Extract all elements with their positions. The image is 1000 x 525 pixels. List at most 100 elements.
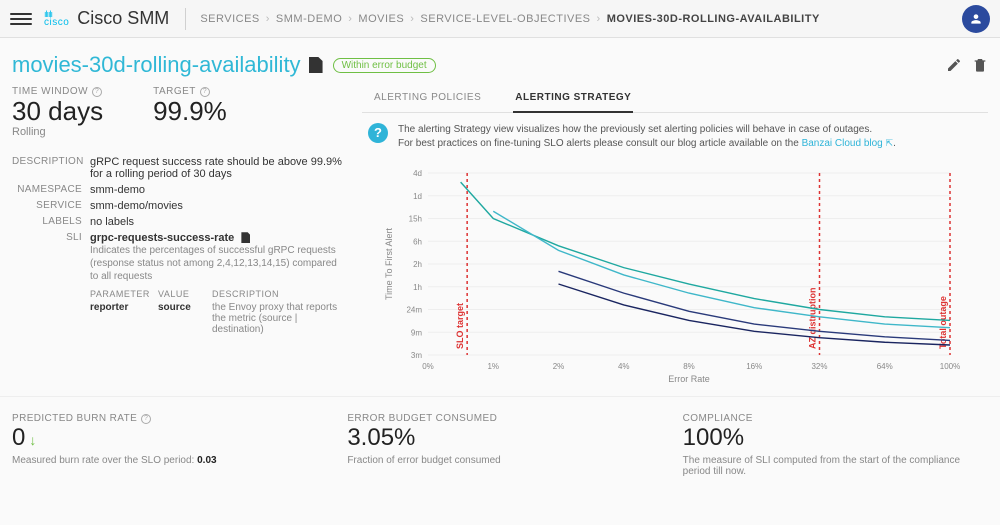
labels-value: no labels [90,216,342,228]
sli-label: SLI [12,232,90,335]
edit-icon[interactable] [946,57,962,73]
info-text: The alerting Strategy view visualizes ho… [398,123,896,151]
time-window-value: 30 days [12,97,103,126]
target-metric: TARGET? 99.9% [153,86,227,138]
svg-text:6h: 6h [413,237,422,246]
compliance-label: COMPLIANCE [683,413,988,424]
compliance-value: 100% [683,424,988,453]
compliance-desc: The measure of SLI computed from the sta… [683,455,988,477]
help-icon[interactable]: ? [368,123,388,143]
desc-label: DESCRIPTION [12,156,90,180]
svg-text:Total outage: Total outage [938,296,948,349]
info-icon[interactable]: ? [92,87,102,97]
info-line1: The alerting Strategy view visualizes ho… [398,124,872,135]
title-actions [946,57,988,73]
burn-value: 0 [12,424,25,453]
title-bar: movies-30d-rolling-availability Within e… [0,38,1000,86]
tabs: ALERTING POLICIES ALERTING STRATEGY [362,86,988,113]
top-bar: ılıılıcisco Cisco SMM SERVICES› SMM-DEMO… [0,0,1000,38]
svg-text:4d: 4d [413,169,422,178]
param-h-desc: DESCRIPTION [212,289,342,299]
svg-text:Time To First Alert: Time To First Alert [384,227,394,300]
consumed-card: ERROR BUDGET CONSUMED 3.05% Fraction of … [347,413,652,477]
svc-value: smm-demo/movies [90,200,342,212]
ns-label: NAMESPACE [12,184,90,196]
info-icon[interactable]: ? [200,87,210,97]
param-h-parameter: PARAMETER [90,289,146,299]
svg-text:1d: 1d [413,192,422,201]
consumed-label: ERROR BUDGET CONSUMED [347,413,652,424]
crumb[interactable]: SMM-DEMO [276,13,342,25]
svg-text:2h: 2h [413,260,422,269]
burn-desc: Measured burn rate over the SLO period: … [12,455,317,466]
svg-text:16%: 16% [746,362,762,371]
document-icon [309,57,323,73]
avatar[interactable] [962,5,990,33]
crumb[interactable]: SERVICE-LEVEL-OBJECTIVES [420,13,590,25]
bottom-cards: PREDICTED BURN RATE? 0↓ Measured burn ra… [0,396,1000,477]
svg-text:15h: 15h [409,215,422,224]
details-block: DESCRIPTIONgRPC request success rate sho… [12,156,342,335]
burn-rate-card: PREDICTED BURN RATE? 0↓ Measured burn ra… [12,413,317,477]
consumed-desc: Fraction of error budget consumed [347,455,652,466]
consumed-value: 3.05% [347,424,652,453]
svg-text:100%: 100% [940,362,960,371]
burn-label: PREDICTED BURN RATE [12,413,137,424]
ns-value: smm-demo [90,184,342,196]
app-title: Cisco SMM [77,8,169,29]
svg-text:1h: 1h [413,283,422,292]
svg-text:3m: 3m [411,351,422,360]
param-name: reporter [90,302,146,335]
svg-text:SLO target: SLO target [455,303,465,349]
svg-text:Error Rate: Error Rate [668,374,710,384]
left-panel: TIME WINDOW? 30 days Rolling TARGET? 99.… [12,86,342,388]
cisco-logo: ılıılıcisco [44,10,69,27]
metrics-row: TIME WINDOW? 30 days Rolling TARGET? 99.… [12,86,342,138]
compliance-card: COMPLIANCE 100% The measure of SLI compu… [683,413,988,477]
labels-label: LABELS [12,216,90,228]
param-desc: the Envoy proxy that reports the metric … [212,302,342,335]
svg-text:24m: 24m [406,306,422,315]
sli-desc: Indicates the percentages of successful … [90,244,342,283]
info-strip: ? The alerting Strategy view visualizes … [362,113,988,161]
document-icon [241,232,250,243]
page-title: movies-30d-rolling-availability [12,52,301,78]
delete-icon[interactable] [972,57,988,73]
chart: 3m 9m 24m 1h 2h 6h 15h 1d 4d 0% 1% 2% 4% 8% 16% 32% 64% 1… [362,161,988,388]
menu-icon[interactable] [10,8,32,30]
crumb[interactable]: SERVICES [200,13,259,25]
right-panel: ALERTING POLICIES ALERTING STRATEGY ? Th… [362,86,988,388]
time-window-sub: Rolling [12,126,103,138]
trend-down-icon: ↓ [29,432,36,449]
info-icon[interactable]: ? [141,414,151,424]
svg-text:1%: 1% [487,362,499,371]
svg-text:64%: 64% [877,362,893,371]
param-value: source [158,302,200,335]
svg-text:32%: 32% [811,362,827,371]
status-badge: Within error budget [333,58,436,73]
param-table: PARAMETER VALUE DESCRIPTION reporter sou… [90,289,342,335]
svg-text:8%: 8% [683,362,695,371]
svc-label: SERVICE [12,200,90,212]
target-value: 99.9% [153,97,227,126]
svg-text:4%: 4% [618,362,630,371]
blog-link[interactable]: Banzai Cloud blog ⇱ [802,138,894,149]
svg-text:AZ distruption: AZ distruption [808,288,818,350]
time-window-metric: TIME WINDOW? 30 days Rolling [12,86,103,138]
main-content: TIME WINDOW? 30 days Rolling TARGET? 99.… [0,86,1000,388]
breadcrumb: SERVICES› SMM-DEMO› MOVIES› SERVICE-LEVE… [200,13,819,25]
desc-value: gRPC request success rate should be abov… [90,156,342,180]
crumb[interactable]: MOVIES [358,13,404,25]
tab-alerting-policies[interactable]: ALERTING POLICIES [372,86,483,112]
svg-text:0%: 0% [422,362,434,371]
divider [185,8,186,30]
param-h-value: VALUE [158,289,200,299]
info-line2: For best practices on fine-tuning SLO al… [398,138,802,149]
sli-name: grpc-requests-success-rate [90,232,234,244]
external-link-icon: ⇱ [886,138,894,148]
svg-text:2%: 2% [553,362,565,371]
sli-block: grpc-requests-success-rate Indicates the… [90,232,342,335]
svg-text:9m: 9m [411,328,422,337]
crumb-current: MOVIES-30D-ROLLING-AVAILABILITY [607,13,820,25]
tab-alerting-strategy[interactable]: ALERTING STRATEGY [513,86,633,113]
